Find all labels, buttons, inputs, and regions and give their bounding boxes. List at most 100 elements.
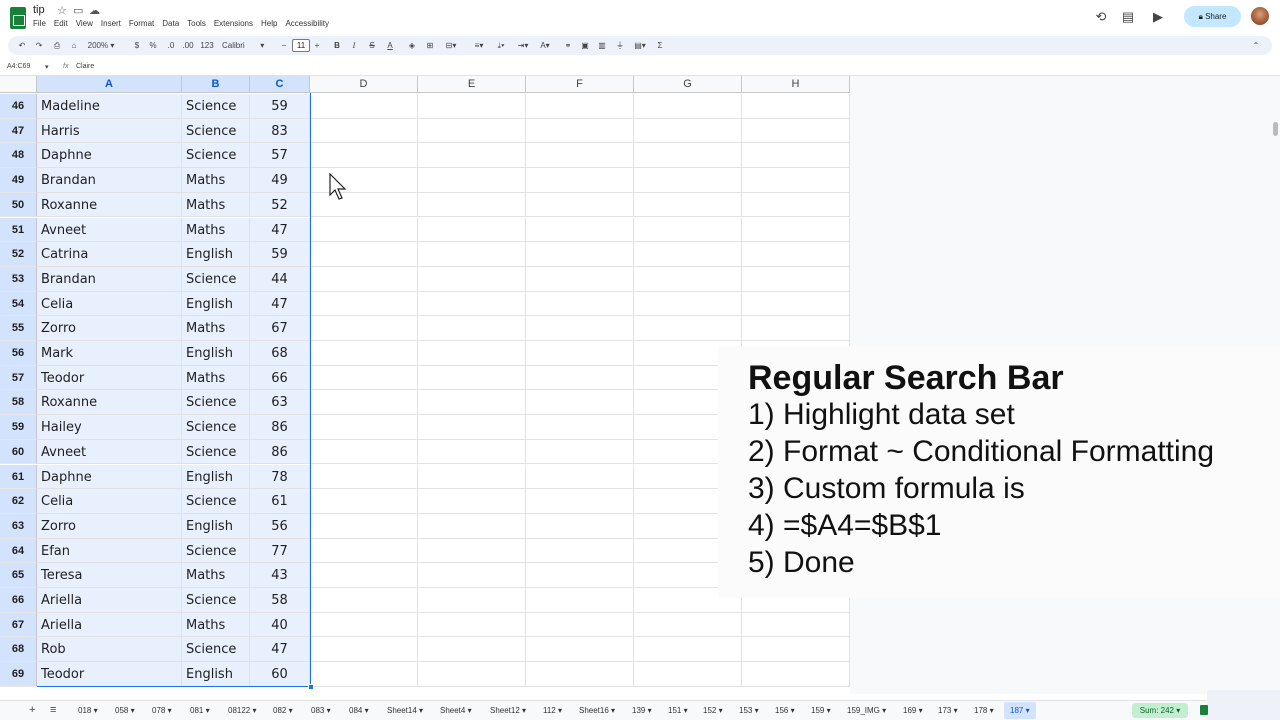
row-header[interactable]: 63 bbox=[0, 513, 37, 539]
cell-e[interactable] bbox=[418, 612, 526, 638]
cell-f[interactable] bbox=[526, 266, 634, 292]
sheet-tab[interactable]: 078 ▾ bbox=[152, 702, 172, 719]
row-header[interactable]: 48 bbox=[0, 143, 37, 169]
strikethrough-icon[interactable]: S bbox=[366, 39, 378, 52]
cell-d[interactable] bbox=[310, 563, 418, 588]
cell-d[interactable] bbox=[310, 341, 418, 366]
row-header[interactable]: 58 bbox=[0, 390, 37, 416]
cell-e[interactable] bbox=[418, 513, 526, 539]
column-header-h[interactable]: H bbox=[742, 76, 850, 93]
more-formats-button[interactable]: 123 bbox=[199, 39, 215, 52]
cell-f[interactable] bbox=[526, 588, 634, 613]
sheet-tab[interactable]: Sheet14 ▾ bbox=[387, 702, 423, 719]
cell-f[interactable] bbox=[526, 538, 634, 564]
sheet-tab[interactable]: 112 ▾ bbox=[543, 702, 562, 719]
cell-e[interactable] bbox=[418, 341, 526, 366]
cell-f[interactable] bbox=[526, 242, 634, 267]
chevron-down-icon[interactable]: ▾ bbox=[128, 706, 135, 715]
chevron-down-icon[interactable]: ▾ bbox=[880, 706, 886, 715]
row-header[interactable]: 69 bbox=[0, 662, 37, 687]
insert-comment-icon[interactable]: ▣ bbox=[579, 39, 591, 52]
row-header[interactable]: 67 bbox=[0, 612, 37, 638]
zoom-select[interactable]: 200% ▾ bbox=[85, 39, 117, 52]
cell-d[interactable] bbox=[310, 662, 418, 687]
chevron-down-icon[interactable]: ▾ bbox=[916, 706, 923, 715]
functions-button[interactable]: Σ bbox=[654, 39, 666, 52]
percent-button[interactable]: % bbox=[148, 39, 158, 52]
chevron-down-icon[interactable]: ▾ bbox=[417, 706, 423, 715]
cell-f[interactable] bbox=[526, 192, 634, 218]
row-header[interactable]: 54 bbox=[0, 291, 37, 317]
menu-data[interactable]: Data bbox=[162, 19, 179, 28]
chevron-down-icon[interactable]: ▾ bbox=[91, 706, 98, 715]
cell-f[interactable] bbox=[526, 415, 634, 440]
cell-g[interactable] bbox=[634, 612, 742, 638]
chevron-down-icon[interactable]: ▾ bbox=[716, 706, 723, 715]
cell-g[interactable] bbox=[634, 217, 742, 243]
font-select[interactable]: Calibri ▾ bbox=[222, 39, 270, 52]
cell-f[interactable] bbox=[526, 217, 634, 243]
sheet-tab[interactable]: 159_IMG ▾ bbox=[847, 702, 886, 719]
cell-e[interactable] bbox=[418, 637, 526, 663]
menu-insert[interactable]: Insert bbox=[101, 19, 121, 28]
increase-decimal-icon[interactable]: .00 bbox=[181, 39, 195, 52]
move-folder-icon[interactable]: ▭ bbox=[73, 4, 83, 17]
cell-d[interactable] bbox=[310, 217, 418, 243]
chevron-down-icon[interactable]: ▾ bbox=[556, 706, 562, 715]
sheet-tab[interactable]: 173 ▾ bbox=[938, 702, 958, 719]
chevron-down-icon[interactable]: ▾ bbox=[324, 706, 331, 715]
column-header-e[interactable]: E bbox=[418, 76, 526, 93]
redo-icon[interactable]: ↷ bbox=[34, 39, 44, 52]
cell-h[interactable] bbox=[742, 291, 850, 317]
cell-g[interactable] bbox=[634, 168, 742, 193]
cell-e[interactable] bbox=[418, 415, 526, 440]
cell-d[interactable] bbox=[310, 538, 418, 564]
sheet-tab[interactable]: 159 ▾ bbox=[811, 702, 831, 719]
sheet-tab[interactable]: 084 ▾ bbox=[349, 702, 369, 719]
formula-input[interactable]: Claire bbox=[76, 63, 94, 70]
increase-font-icon[interactable]: + bbox=[312, 39, 322, 52]
vertical-align-icon[interactable]: ⤓▾ bbox=[491, 39, 511, 52]
chevron-down-icon[interactable]: ▾ bbox=[362, 706, 369, 715]
row-header[interactable]: 55 bbox=[0, 316, 37, 341]
sheet-tab[interactable]: Sheet12 ▾ bbox=[490, 702, 526, 719]
text-color-icon[interactable]: A bbox=[384, 39, 396, 52]
cell-f[interactable] bbox=[526, 291, 634, 317]
all-sheets-icon[interactable]: ≡ bbox=[50, 702, 56, 719]
sheet-tab[interactable]: 083 ▾ bbox=[311, 702, 331, 719]
column-header-b[interactable]: B bbox=[182, 76, 250, 93]
sheet-tab[interactable]: 151 ▾ bbox=[668, 702, 688, 719]
cell-g[interactable] bbox=[634, 94, 742, 119]
font-size-input[interactable]: 11 bbox=[292, 39, 310, 52]
chevron-down-icon[interactable]: ▾ bbox=[520, 706, 526, 715]
cell-h[interactable] bbox=[742, 612, 850, 638]
merge-cells-icon[interactable]: ⊟▾ bbox=[441, 39, 461, 52]
share-button[interactable]: 🔒︎ Share bbox=[1184, 6, 1241, 27]
cell-e[interactable] bbox=[418, 563, 526, 588]
cell-f[interactable] bbox=[526, 341, 634, 366]
cell-e[interactable] bbox=[418, 94, 526, 119]
menu-tools[interactable]: Tools bbox=[187, 19, 206, 28]
cell-h[interactable] bbox=[742, 192, 850, 218]
sheets-logo-icon[interactable] bbox=[10, 7, 26, 29]
row-header[interactable]: 68 bbox=[0, 637, 37, 663]
cell-f[interactable] bbox=[526, 365, 634, 391]
cell-f[interactable] bbox=[526, 513, 634, 539]
row-header[interactable]: 53 bbox=[0, 266, 37, 292]
cell-d[interactable] bbox=[310, 612, 418, 638]
cell-d[interactable] bbox=[310, 365, 418, 391]
star-icon[interactable]: ☆ bbox=[57, 4, 67, 17]
cell-g[interactable] bbox=[634, 316, 742, 341]
cell-f[interactable] bbox=[526, 94, 634, 119]
sheet-tab[interactable]: 08122 ▾ bbox=[228, 702, 257, 719]
row-header[interactable]: 51 bbox=[0, 217, 37, 243]
row-header[interactable]: 62 bbox=[0, 489, 37, 514]
print-icon[interactable]: ⎙ bbox=[51, 39, 63, 52]
sheet-tab[interactable]: 139 ▾ bbox=[632, 702, 652, 719]
cell-f[interactable] bbox=[526, 316, 634, 341]
name-box[interactable]: A4:C69 bbox=[7, 63, 30, 70]
avatar[interactable] bbox=[1251, 7, 1269, 25]
collapse-menus-icon[interactable]: ⌃ bbox=[1250, 39, 1262, 52]
column-header-f[interactable]: F bbox=[526, 76, 634, 93]
cell-d[interactable] bbox=[310, 143, 418, 169]
